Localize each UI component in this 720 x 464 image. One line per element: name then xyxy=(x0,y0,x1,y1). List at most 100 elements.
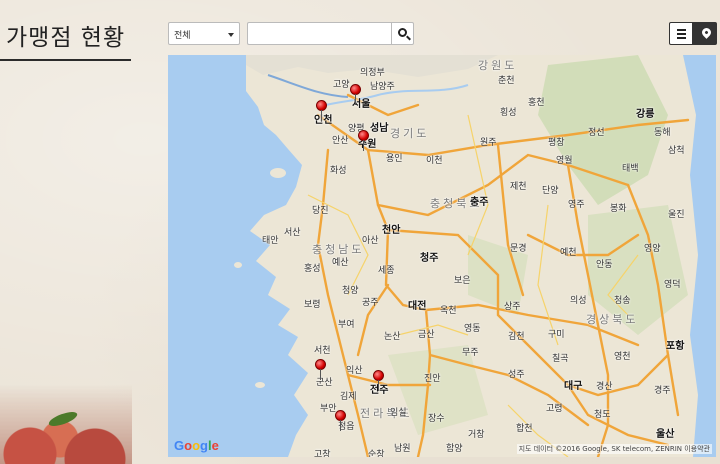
city-label: 당진 xyxy=(312,206,329,216)
city-label: 함양 xyxy=(446,444,463,454)
city-label: 무주 xyxy=(462,348,479,358)
city-label: 고양 xyxy=(333,80,350,90)
city-label: 태안 xyxy=(262,236,279,246)
city-label: 임실 xyxy=(390,408,407,418)
store-marker-jeongeup[interactable] xyxy=(335,410,347,432)
city-label: 영천 xyxy=(614,352,631,362)
city-label: 보령 xyxy=(304,300,321,310)
title-divider xyxy=(0,59,131,61)
map-view-button[interactable] xyxy=(693,22,717,45)
city-label: 안산 xyxy=(332,136,349,146)
city-label: 청도 xyxy=(594,410,611,420)
marker-stick xyxy=(363,140,364,151)
city-label: 거창 xyxy=(468,430,485,440)
city-label: 성남 xyxy=(370,123,389,134)
city-label: 홍성 xyxy=(304,264,321,274)
city-label: 진안 xyxy=(424,374,441,384)
city-label: 의성 xyxy=(570,296,587,306)
map-attribution[interactable]: 지도 데이터 ©2016 Google, SK telecom, ZENRIN … xyxy=(516,444,712,454)
store-marker-gunsan[interactable] xyxy=(315,359,327,381)
marker-stick xyxy=(321,110,322,121)
city-label: 논산 xyxy=(384,332,401,342)
city-label: 서천 xyxy=(314,346,331,356)
city-label: 태백 xyxy=(622,164,639,174)
city-label: 평창 xyxy=(548,138,565,148)
region-label-gyeonggi: 경기도 xyxy=(390,127,430,140)
city-label: 대구 xyxy=(564,381,583,392)
city-label: 예천 xyxy=(560,248,577,258)
city-label: 홍천 xyxy=(528,98,545,108)
city-label: 용인 xyxy=(386,154,403,164)
city-label: 의정부 xyxy=(360,68,385,78)
city-label: 칠곡 xyxy=(552,354,569,364)
city-label: 정선 xyxy=(588,128,605,138)
city-label: 경산 xyxy=(596,382,613,392)
city-label: 김천 xyxy=(508,332,525,342)
search-icon-handle xyxy=(406,35,411,41)
chevron-down-icon xyxy=(228,33,234,37)
city-label: 춘천 xyxy=(498,76,515,86)
list-view-button[interactable] xyxy=(669,22,693,45)
city-label: 금산 xyxy=(418,330,435,340)
city-label: 공주 xyxy=(362,298,379,308)
city-label: 서산 xyxy=(284,228,301,238)
city-label: 대전 xyxy=(408,301,427,312)
view-toggle xyxy=(669,22,717,45)
city-label: 보은 xyxy=(454,276,471,286)
city-label: 김제 xyxy=(340,392,357,402)
store-marker-suwon[interactable] xyxy=(358,130,370,152)
city-label: 청주 xyxy=(420,253,439,264)
city-label: 울산 xyxy=(656,429,675,440)
sidebar: 가맹점 현황 xyxy=(0,0,132,464)
city-label: 안동 xyxy=(596,260,613,270)
city-label: 합천 xyxy=(516,424,533,434)
city-label: 성주 xyxy=(508,370,525,380)
city-label: 경주 xyxy=(654,386,671,396)
store-marker-jeonju[interactable] xyxy=(373,370,385,392)
city-label: 옥천 xyxy=(440,306,457,316)
city-label: 이천 xyxy=(426,156,443,166)
store-marker-seoul[interactable] xyxy=(350,84,362,106)
city-label: 장수 xyxy=(428,414,445,424)
city-label: 상주 xyxy=(504,302,521,312)
store-map[interactable]: 강원도 경기도 충청북도 충청남도 경상북도 전라북도 의정부 고양 남양주 서… xyxy=(168,55,716,457)
city-label: 영동 xyxy=(464,324,481,334)
city-label: 문경 xyxy=(510,244,527,254)
city-label: 익산 xyxy=(346,366,363,376)
city-label: 포항 xyxy=(666,341,685,352)
region-label-gangwon: 강원도 xyxy=(478,59,518,72)
city-label: 청송 xyxy=(614,296,631,306)
city-label: 삼척 xyxy=(668,146,685,156)
city-label: 영덕 xyxy=(664,280,681,290)
city-label: 구미 xyxy=(548,330,565,340)
city-label: 아산 xyxy=(362,236,379,246)
city-label: 세종 xyxy=(378,266,395,276)
region-filter-select[interactable]: 전체 xyxy=(168,22,240,45)
city-label: 영양 xyxy=(644,244,661,254)
map-terrain xyxy=(234,55,716,457)
tomato-decoration-image xyxy=(0,384,132,464)
page-title: 가맹점 현황 xyxy=(6,25,126,51)
store-marker-incheon[interactable] xyxy=(316,100,328,122)
city-label: 영주 xyxy=(568,200,585,210)
list-icon xyxy=(677,29,686,39)
city-label: 청양 xyxy=(342,286,359,296)
city-label: 충주 xyxy=(470,197,489,208)
google-logo: Google xyxy=(174,438,219,453)
marker-stick xyxy=(355,94,356,105)
city-label: 동해 xyxy=(654,128,671,138)
city-label: 천안 xyxy=(382,225,401,236)
region-filter-value: 전체 xyxy=(174,31,191,41)
city-label: 봉화 xyxy=(610,204,627,214)
region-label-gyeongbuk: 경상북도 xyxy=(586,313,639,326)
city-label: 부여 xyxy=(338,320,355,330)
city-label: 강릉 xyxy=(636,109,655,120)
city-label: 횡성 xyxy=(500,108,517,118)
search-input[interactable] xyxy=(247,22,391,45)
search-button[interactable] xyxy=(391,22,414,45)
marker-stick xyxy=(378,380,379,391)
city-label: 화성 xyxy=(330,166,347,176)
city-label: 영월 xyxy=(556,156,573,166)
marker-stick xyxy=(340,420,341,431)
city-label: 제천 xyxy=(510,182,527,192)
